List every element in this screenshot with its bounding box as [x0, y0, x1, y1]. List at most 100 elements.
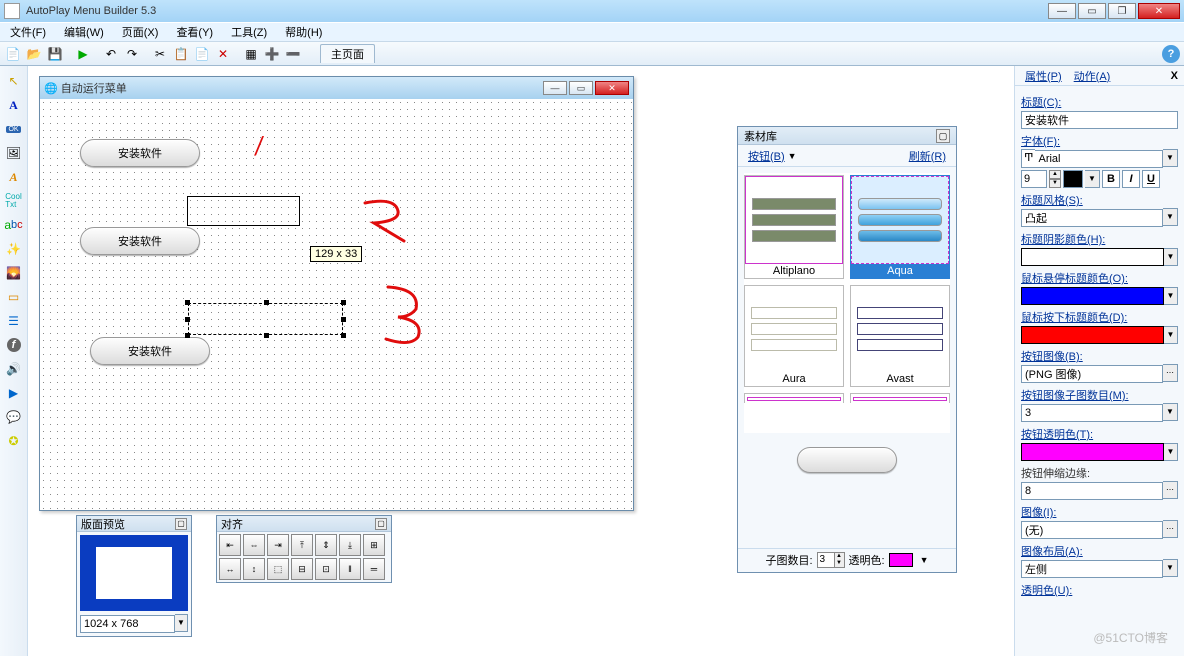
- label-subimg[interactable]: 按钮图像子图数目(M):: [1021, 387, 1178, 403]
- shadow-color-picker[interactable]: ▼: [1021, 248, 1178, 266]
- label-btn-trans[interactable]: 按钮透明色(T):: [1021, 426, 1178, 442]
- page-add-icon[interactable]: ➕: [263, 45, 281, 63]
- page-del-icon[interactable]: ➖: [284, 45, 302, 63]
- align-center-h-icon[interactable]: ⇔: [243, 534, 265, 556]
- thumb-extra-2[interactable]: [850, 393, 950, 403]
- menu-page[interactable]: 页面(X): [118, 23, 163, 41]
- thumb-avast[interactable]: Avast: [850, 285, 950, 387]
- palette-preview-button[interactable]: [797, 447, 897, 473]
- combo-shrink[interactable]: ⋯: [1021, 481, 1178, 500]
- save-icon[interactable]: 💾: [46, 45, 64, 63]
- redo-icon[interactable]: ↷: [123, 45, 141, 63]
- align-middle-icon[interactable]: ⇕: [315, 534, 337, 556]
- label-layout[interactable]: 图像布局(A):: [1021, 543, 1178, 559]
- menu-tools[interactable]: 工具(Z): [227, 23, 271, 41]
- label-img[interactable]: 按钮图像(B):: [1021, 348, 1178, 364]
- palette-close-icon[interactable]: ▢: [936, 129, 950, 143]
- input-font-size[interactable]: [1021, 170, 1047, 188]
- align-left-icon[interactable]: ⇤: [219, 534, 241, 556]
- paste-icon[interactable]: 📄: [193, 45, 211, 63]
- design-button-3[interactable]: 安装软件: [90, 337, 210, 365]
- pointer-tool-icon[interactable]: ↖: [5, 72, 23, 90]
- center-page-v-icon[interactable]: ⊡: [315, 558, 337, 580]
- thumb-extra-1[interactable]: [744, 393, 844, 403]
- underline-button[interactable]: U: [1142, 170, 1160, 188]
- down-color-picker[interactable]: ▼: [1021, 326, 1178, 344]
- rich-text-icon[interactable]: abc: [5, 216, 23, 234]
- picture-tool-icon[interactable]: 🌄: [5, 264, 23, 282]
- preview-close-icon[interactable]: ▢: [175, 518, 187, 530]
- image-tool-icon[interactable]: 🖼: [5, 144, 23, 162]
- combo-font[interactable]: Ͳ▼: [1021, 149, 1178, 168]
- win-max-icon[interactable]: ▭: [569, 81, 593, 95]
- list-tool-icon[interactable]: ☰: [5, 312, 23, 330]
- thumb-altiplano[interactable]: Altiplano: [744, 175, 844, 279]
- btn-trans-color-picker[interactable]: ▼: [1021, 443, 1178, 461]
- same-width-icon[interactable]: ↔: [219, 558, 241, 580]
- same-size-icon[interactable]: ⬚: [267, 558, 289, 580]
- sub-count-spinner[interactable]: ▲▼: [817, 552, 845, 568]
- combo-subimg[interactable]: ▼: [1021, 403, 1178, 422]
- button-tool-icon[interactable]: OK: [5, 120, 23, 138]
- open-icon[interactable]: 📂: [25, 45, 43, 63]
- align-dist-h-icon[interactable]: ⊞: [363, 534, 385, 556]
- font-color-dropdown[interactable]: ▼: [1085, 170, 1100, 188]
- panel-tool-icon[interactable]: ▭: [5, 288, 23, 306]
- close-button[interactable]: ✕: [1138, 3, 1180, 19]
- tab-properties[interactable]: 属性(P): [1021, 68, 1066, 84]
- canvas-area[interactable]: 🌐 自动运行菜单 — ▭ ✕ 安装软件 安装软件 安装软件 129 x 33: [28, 66, 1012, 656]
- align-bottom-icon[interactable]: ⤓: [339, 534, 361, 556]
- main-page-tab[interactable]: 主页面: [320, 44, 375, 63]
- thumb-aura[interactable]: Aura: [744, 285, 844, 387]
- delete-icon[interactable]: ✕: [214, 45, 232, 63]
- restore-button[interactable]: ❐: [1108, 3, 1136, 19]
- design-button-2[interactable]: 安装软件: [80, 227, 200, 255]
- menu-edit[interactable]: 编辑(W): [60, 23, 108, 41]
- hover-color-picker[interactable]: ▼: [1021, 287, 1178, 305]
- label-font[interactable]: 字体(F):: [1021, 133, 1178, 149]
- label-down-color[interactable]: 鼠标按下标题颜色(D):: [1021, 309, 1178, 325]
- copy-icon[interactable]: 📋: [172, 45, 190, 63]
- new-icon[interactable]: 📄: [4, 45, 22, 63]
- cool-text-icon[interactable]: CoolTxt: [5, 192, 23, 210]
- label-tool-icon[interactable]: A: [5, 168, 23, 186]
- space-h-icon[interactable]: ‖: [339, 558, 361, 580]
- minimize-button[interactable]: —: [1048, 3, 1076, 19]
- resolution-combo[interactable]: ▼: [80, 614, 188, 633]
- design-button-1[interactable]: 安装软件: [80, 139, 200, 167]
- combo-img[interactable]: ⋯: [1021, 364, 1178, 383]
- combo-layout[interactable]: ▼: [1021, 559, 1178, 578]
- label-image[interactable]: 图像(I):: [1021, 504, 1178, 520]
- space-v-icon[interactable]: ═: [363, 558, 385, 580]
- audio-tool-icon[interactable]: 🔊: [5, 360, 23, 378]
- flash-tool-icon[interactable]: f: [5, 336, 23, 354]
- align-top-icon[interactable]: ⤒: [291, 534, 313, 556]
- palette-refresh-button[interactable]: 刷新(R): [909, 148, 946, 164]
- help-icon[interactable]: ?: [1162, 45, 1180, 63]
- same-height-icon[interactable]: ↕: [243, 558, 265, 580]
- palette-category-button[interactable]: 按钮(B): [748, 148, 785, 164]
- label-img-trans[interactable]: 透明色(U):: [1021, 582, 1178, 598]
- label-hover-color[interactable]: 鼠标悬停标题颜色(O):: [1021, 270, 1178, 286]
- trans-color-swatch[interactable]: [889, 553, 913, 567]
- panel-close-icon[interactable]: X: [1171, 70, 1178, 82]
- tab-actions[interactable]: 动作(A): [1070, 68, 1115, 84]
- chat-tool-icon[interactable]: 💬: [5, 408, 23, 426]
- maximize-button[interactable]: ▭: [1078, 3, 1106, 19]
- label-style[interactable]: 标题风格(S):: [1021, 192, 1178, 208]
- italic-button[interactable]: I: [1122, 170, 1140, 188]
- combo-image[interactable]: ⋯: [1021, 520, 1178, 539]
- align-right-icon[interactable]: ⇥: [267, 534, 289, 556]
- menu-view[interactable]: 查看(Y): [172, 23, 217, 41]
- font-color-swatch[interactable]: [1063, 170, 1083, 188]
- label-shadow-color[interactable]: 标题阴影颜色(H):: [1021, 231, 1178, 247]
- thumb-aqua[interactable]: Aqua: [850, 175, 950, 279]
- cut-icon[interactable]: ✂: [151, 45, 169, 63]
- align-close-icon[interactable]: ▢: [375, 518, 387, 530]
- font-size-spinner[interactable]: ▲▼: [1049, 170, 1061, 188]
- media-tool-icon[interactable]: ▶: [5, 384, 23, 402]
- bold-button[interactable]: B: [1102, 170, 1120, 188]
- win-min-icon[interactable]: —: [543, 81, 567, 95]
- input-title[interactable]: [1021, 111, 1178, 129]
- menu-help[interactable]: 帮助(H): [281, 23, 326, 41]
